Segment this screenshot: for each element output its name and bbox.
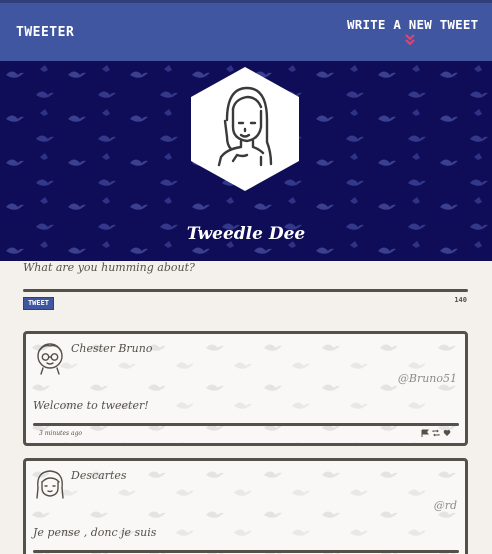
tweet-author-handle: @Bruno51 xyxy=(397,372,457,385)
glasses-person-avatar-icon xyxy=(37,343,63,375)
tweet-author-name: Chester Bruno xyxy=(71,342,153,355)
tweet-card: Descartes @rd Je pense , donc je suis xyxy=(23,458,468,554)
flag-icon[interactable] xyxy=(421,429,429,437)
top-nav: Tweeter Write a new tweet xyxy=(0,0,492,61)
tweet-text: Welcome to tweeter! xyxy=(33,399,149,412)
double-chevron-down-icon[interactable] xyxy=(404,34,416,46)
tweet-text: Je pense , donc je suis xyxy=(33,526,157,539)
tweet-submit-button[interactable]: Tweet xyxy=(23,297,54,310)
person-avatar-icon xyxy=(36,470,64,499)
compose-underline xyxy=(23,289,468,292)
character-counter: 140 xyxy=(454,296,467,304)
profile-banner: Tweedle Dee xyxy=(0,61,492,261)
heart-icon[interactable] xyxy=(443,429,451,437)
profile-name: Tweedle Dee xyxy=(186,224,306,244)
retweet-icon[interactable] xyxy=(432,429,440,437)
tweet-author-name: Descartes xyxy=(71,469,127,482)
compose-input[interactable]: What are you humming about? xyxy=(23,261,195,274)
tweet-card: Chester Bruno @Bruno51 Welcome to tweete… xyxy=(23,331,468,446)
tweet-timestamp: 3 minutes ago xyxy=(39,430,83,437)
brand-logo[interactable]: Tweeter xyxy=(16,25,74,40)
tweet-divider xyxy=(33,423,459,426)
tweet-actions xyxy=(421,429,451,438)
tweet-divider xyxy=(33,550,459,553)
write-new-tweet-button[interactable]: Write a new tweet xyxy=(347,17,478,32)
profile-avatar[interactable] xyxy=(189,65,301,193)
tweet-author-handle: @rd xyxy=(433,499,457,512)
